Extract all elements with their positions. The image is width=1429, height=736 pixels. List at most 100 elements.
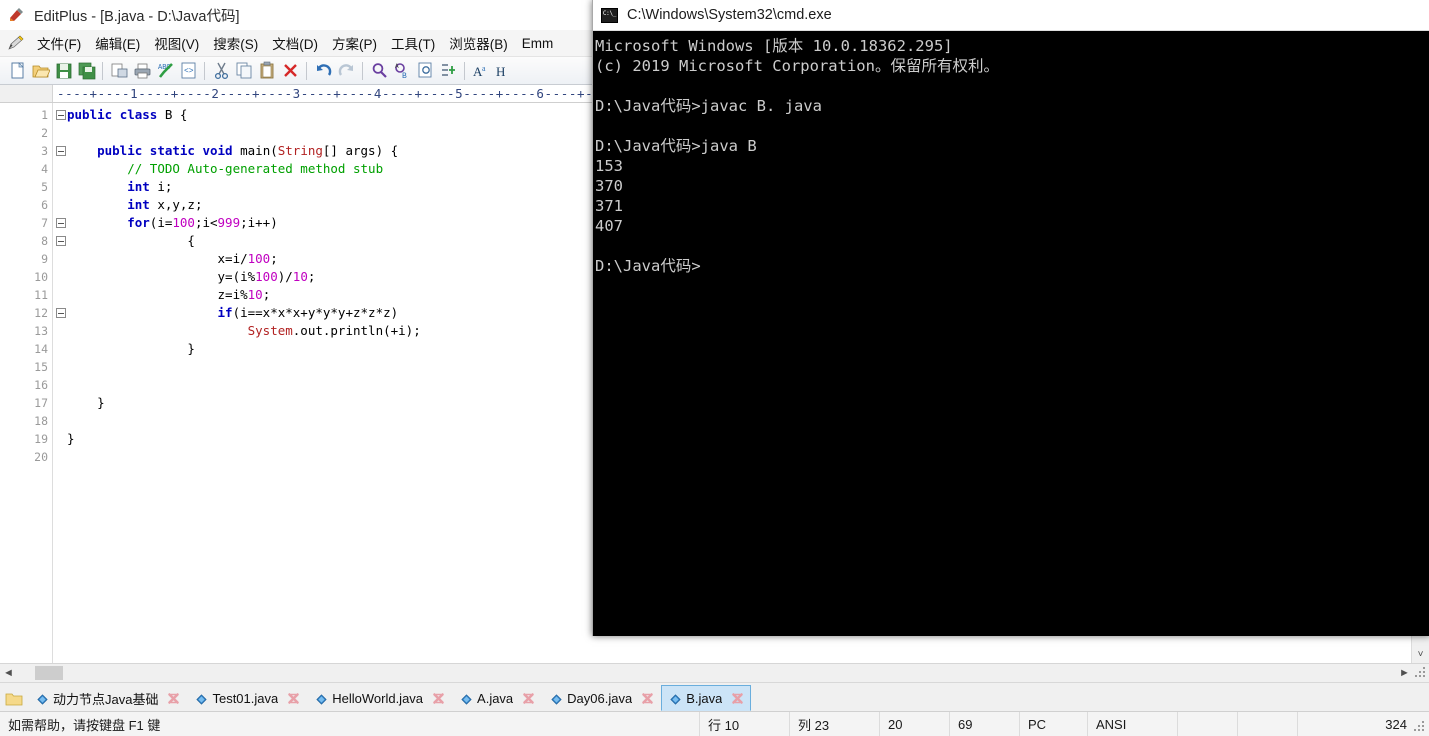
open-file-icon[interactable]: [29, 60, 51, 82]
code-token: void: [202, 143, 233, 158]
line-number-row[interactable]: 20: [0, 448, 52, 466]
fold-collapse-icon[interactable]: [56, 308, 66, 318]
menu-browser[interactable]: 浏览器(B): [442, 31, 515, 55]
print-preview-icon[interactable]: [108, 60, 130, 82]
tab-close-icon[interactable]: [522, 692, 535, 705]
menu-project[interactable]: 方案(P): [325, 31, 384, 55]
delete-icon[interactable]: [279, 60, 301, 82]
line-number: 17: [34, 396, 48, 410]
save-all-icon[interactable]: [75, 60, 97, 82]
resize-grip-icon: [1413, 665, 1429, 681]
scroll-right-arrow-icon[interactable]: ►: [1396, 665, 1413, 682]
folder-icon[interactable]: [5, 691, 23, 707]
tab-close-icon[interactable]: [287, 692, 300, 705]
tab-b-java[interactable]: B.java: [661, 685, 752, 711]
editor-horizontal-scrollbar[interactable]: ◄ ►: [0, 663, 1429, 682]
scroll-left-arrow-icon[interactable]: ◄: [0, 665, 17, 682]
tab-close-icon[interactable]: [432, 692, 445, 705]
line-number-gutter[interactable]: 1 2 3 4 5 6 7 8 9 10 11 12 13 14 15 16 17 18 19 20: [0, 103, 66, 663]
line-number-row[interactable]: 10: [0, 268, 52, 286]
status-total: 324: [1385, 716, 1407, 732]
menu-search[interactable]: 搜索(S): [206, 31, 265, 55]
line-number-row[interactable]: 15: [0, 358, 52, 376]
line-number-row[interactable]: 17: [0, 394, 52, 412]
fold-collapse-icon[interactable]: [56, 146, 66, 156]
cmd-titlebar[interactable]: C:\_ C:\Windows\System32\cmd.exe: [593, 0, 1429, 31]
menu-tools[interactable]: 工具(T): [384, 31, 442, 55]
line-number-row[interactable]: 5: [0, 178, 52, 196]
tab-close-icon[interactable]: [167, 692, 180, 705]
code-token: }: [67, 395, 105, 410]
print-icon[interactable]: [131, 60, 153, 82]
cut-icon[interactable]: [210, 60, 232, 82]
replace-icon[interactable]: BA: [391, 60, 413, 82]
line-number: 15: [34, 360, 48, 374]
code-token: x,y,z;: [149, 197, 203, 212]
spell-check-icon[interactable]: ABC: [154, 60, 176, 82]
tab-day06-java[interactable]: Day06.java: [542, 685, 661, 711]
menu-file[interactable]: 文件(F): [30, 31, 88, 55]
line-number-row[interactable]: 8: [0, 232, 66, 250]
menu-document[interactable]: 文档(D): [265, 31, 325, 55]
font-icon[interactable]: Aa: [470, 60, 492, 82]
line-number-row[interactable]: 16: [0, 376, 52, 394]
tab-close-icon[interactable]: [731, 692, 744, 705]
line-number-row[interactable]: 14: [0, 340, 52, 358]
line-number-row[interactable]: 4: [0, 160, 52, 178]
paste-icon[interactable]: [256, 60, 278, 82]
line-number-row[interactable]: 7: [0, 214, 66, 232]
tab-label: Test01.java: [212, 690, 279, 706]
copy-icon[interactable]: [233, 60, 255, 82]
hscroll-track[interactable]: [17, 666, 1396, 680]
view-source-icon[interactable]: <>: [177, 60, 199, 82]
console-line: 407: [595, 217, 623, 235]
console-line: 153: [595, 157, 623, 175]
fold-collapse-icon[interactable]: [56, 110, 66, 120]
undo-icon[interactable]: [312, 60, 334, 82]
code-token: class: [119, 107, 158, 122]
line-number-row[interactable]: 13: [0, 322, 52, 340]
line-number-row[interactable]: 9: [0, 250, 52, 268]
tab-label: A.java: [477, 690, 514, 706]
tab-dongli-java-jichu[interactable]: 动力节点Java基础: [28, 685, 187, 711]
hscroll-thumb[interactable]: [35, 666, 63, 680]
line-number-row[interactable]: 19: [0, 430, 52, 448]
fold-collapse-icon[interactable]: [56, 218, 66, 228]
code-token: z=i%: [67, 287, 248, 302]
find-icon[interactable]: [368, 60, 390, 82]
java-document-icon: [461, 693, 472, 705]
tab-helloworld-java[interactable]: HelloWorld.java: [307, 685, 452, 711]
cmd-window[interactable]: C:\_ C:\Windows\System32\cmd.exe Microso…: [592, 0, 1429, 636]
line-number-row[interactable]: 1: [0, 106, 66, 124]
line-number-row[interactable]: 12: [0, 304, 66, 322]
highlight-icon[interactable]: H: [493, 60, 515, 82]
line-number-row[interactable]: 2: [0, 124, 52, 142]
line-number-row[interactable]: 11: [0, 286, 52, 304]
tab-close-icon[interactable]: [641, 692, 654, 705]
tab-a-java[interactable]: A.java: [452, 685, 542, 711]
cmd-console-output[interactable]: Microsoft Windows [版本 10.0.18362.295] (c)…: [593, 31, 1429, 636]
find-in-files-icon[interactable]: [414, 60, 436, 82]
goto-line-icon[interactable]: [437, 60, 459, 82]
scroll-down-arrow-icon[interactable]: ˅: [1412, 646, 1429, 663]
line-number-row[interactable]: 3: [0, 142, 66, 160]
fold-collapse-icon[interactable]: [56, 236, 66, 246]
line-number-row[interactable]: 18: [0, 412, 52, 430]
statusbar: 如需帮助，请按键盘 F1 键 行 10 列 23 20 69 PC ANSI 3…: [0, 711, 1429, 736]
code-token: {: [67, 233, 195, 248]
menu-edit[interactable]: 编辑(E): [88, 31, 147, 55]
new-file-icon[interactable]: [6, 60, 28, 82]
code-token: y=(i%: [67, 269, 256, 284]
window-resize-grip-icon[interactable]: [1413, 720, 1427, 734]
status-value-1: 20: [880, 712, 950, 736]
menu-view[interactable]: 视图(V): [147, 31, 206, 55]
tab-test01-java[interactable]: Test01.java: [187, 685, 307, 711]
redo-icon[interactable]: [335, 60, 357, 82]
menu-emmet[interactable]: Emm: [515, 34, 561, 53]
line-number-row[interactable]: 6: [0, 196, 52, 214]
line-number: 6: [41, 198, 48, 212]
save-icon[interactable]: [52, 60, 74, 82]
code-token: }: [67, 431, 75, 446]
